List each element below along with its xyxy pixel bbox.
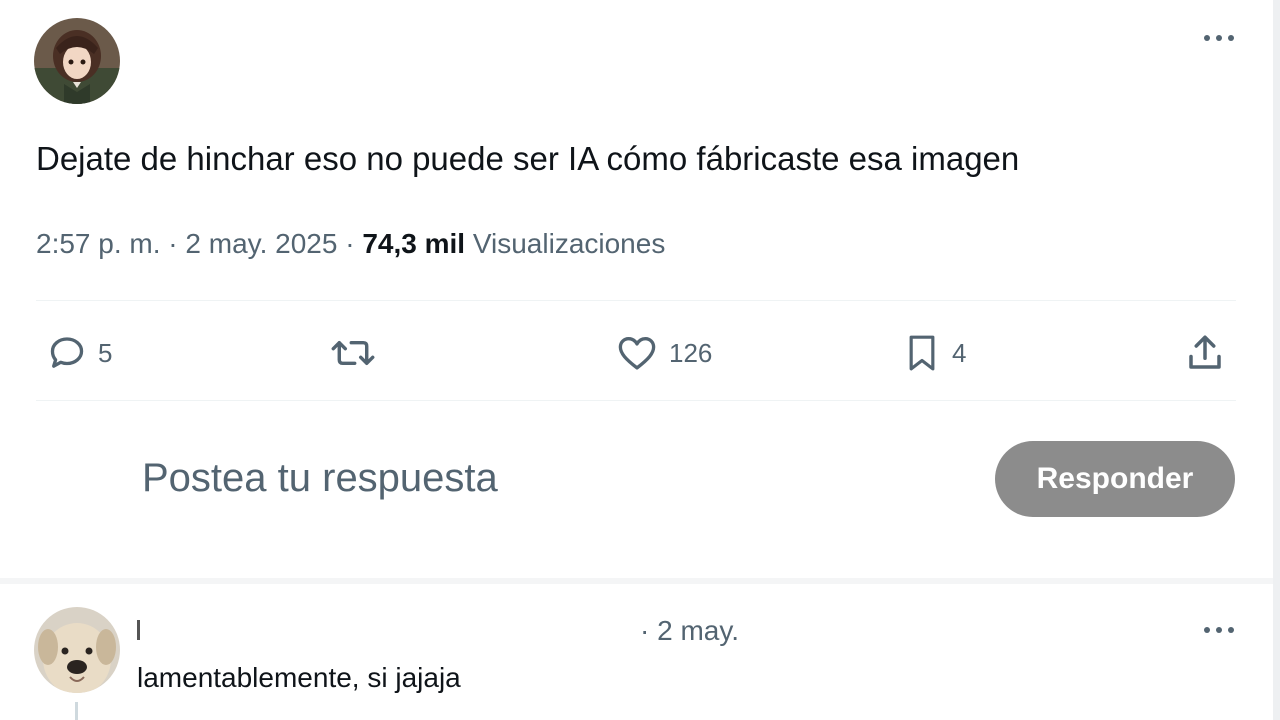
meta-separator: · [168, 228, 178, 259]
like-count: 126 [669, 337, 713, 368]
section-divider [0, 578, 1273, 584]
divider [36, 400, 1236, 401]
meta-separator: · [345, 228, 355, 259]
reply-date[interactable]: · 2 may. [640, 613, 739, 649]
bookmark-icon [909, 335, 935, 371]
reply-bubble-icon [50, 337, 84, 368]
reply-text: lamentablemente, si jajaja [137, 662, 461, 693]
retweet-action-button[interactable] [329, 330, 387, 376]
page-edge [1273, 0, 1280, 720]
like-action-button[interactable]: 126 [615, 330, 712, 376]
reply-submit-button[interactable]: Responder [995, 441, 1235, 517]
author-avatar[interactable] [34, 18, 120, 104]
tweet-meta: 2:57 p. m. · 2 may. 2025 · 74,3 mil Visu… [36, 224, 665, 264]
retweet-icon [331, 341, 375, 365]
reply-count: 5 [98, 337, 113, 368]
views-label: Visualizaciones [472, 228, 666, 259]
more-horizontal-icon [1204, 627, 1234, 633]
thread-line [75, 702, 78, 720]
reply-author-name[interactable] [137, 620, 140, 640]
tweet-text: Dejate de hinchar eso no puede ser IA có… [36, 140, 1020, 177]
views-count: 74,3 mil [362, 228, 466, 259]
reply-more-options-button[interactable] [1199, 618, 1239, 642]
bookmark-action-button[interactable]: 4 [902, 330, 966, 376]
heart-icon [618, 336, 656, 370]
divider [36, 300, 1236, 301]
more-horizontal-icon [1204, 35, 1234, 41]
reply-action-button[interactable]: 5 [46, 330, 112, 376]
more-options-button[interactable] [1199, 26, 1239, 50]
reply-author-avatar[interactable] [34, 607, 120, 693]
tweet-date[interactable]: 2 may. 2025 [185, 228, 337, 259]
tweet-time[interactable]: 2:57 p. m. [36, 228, 161, 259]
bookmark-count: 4 [952, 337, 967, 368]
share-action-button[interactable] [1184, 330, 1226, 376]
reply-input[interactable]: Postea tu respuesta [142, 452, 498, 504]
share-upload-icon [1189, 335, 1221, 369]
